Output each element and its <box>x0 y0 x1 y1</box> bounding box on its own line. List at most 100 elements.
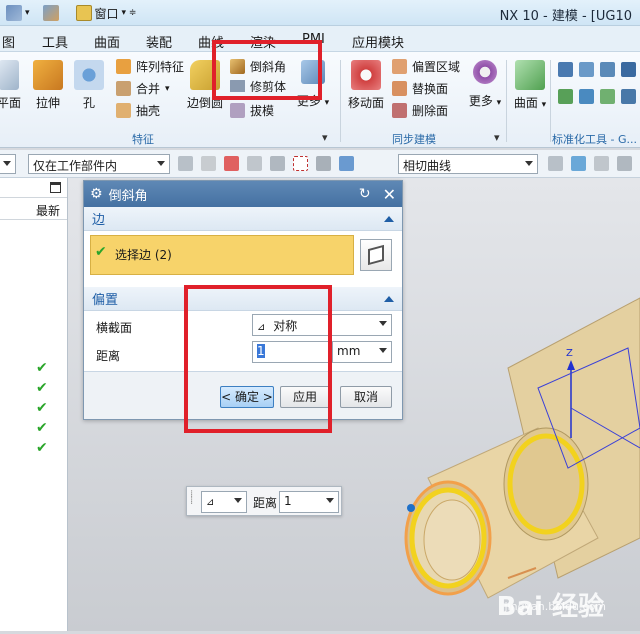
edge-handle-point[interactable] <box>407 504 415 512</box>
save-icon[interactable] <box>6 5 22 21</box>
shell-icon <box>116 103 131 118</box>
filter-tool-icon[interactable] <box>247 156 262 171</box>
menu-assembly[interactable]: 装配 <box>146 32 172 51</box>
check-icon: ✔ <box>95 244 107 260</box>
curve-tool-2-icon[interactable] <box>571 156 586 171</box>
std-tool-4-icon[interactable] <box>621 62 636 77</box>
part-cylinder-end <box>503 427 589 541</box>
type-filter-combo[interactable] <box>0 154 16 174</box>
window-dropdown-arrow-icon[interactable]: ▾ ≑ <box>122 8 137 18</box>
chevron-down-icon <box>379 348 387 353</box>
pin-tool-icon[interactable] <box>270 156 285 171</box>
navigator-header: 最新 <box>0 198 67 220</box>
delete-face-button[interactable]: 删除面 <box>392 102 448 119</box>
std-tool-5-icon[interactable] <box>558 89 573 104</box>
menu-application[interactable]: 应用模块 <box>352 32 404 51</box>
group-label-feature: 特征 <box>132 133 154 146</box>
float-distance-input[interactable]: 1 <box>279 491 339 513</box>
select-edge-row[interactable]: ✔ 选择边 (2) <box>90 235 354 275</box>
dialog-title-bar[interactable]: ⚙ 倒斜角 ↻ ✕ <box>84 181 402 207</box>
curve-tool-3-icon[interactable] <box>594 156 609 171</box>
close-icon[interactable]: ✕ <box>383 185 396 204</box>
reset-icon[interactable]: ↻ <box>359 186 371 202</box>
curve-tool-4-icon[interactable] <box>617 156 632 171</box>
distance-unit-combo[interactable]: mm <box>332 341 392 363</box>
hole-button[interactable]: 孔 <box>72 60 106 111</box>
std-tool-7-icon[interactable] <box>600 89 615 104</box>
group-expand-icon[interactable]: ▾ <box>494 131 500 144</box>
curve-rule-combo[interactable]: 相切曲线 <box>398 154 538 174</box>
unite-dropdown-icon[interactable]: ▾ <box>165 84 170 94</box>
surface-icon <box>515 60 545 90</box>
edge-section-header[interactable]: 边 <box>84 207 402 231</box>
body-select-icon[interactable] <box>339 156 354 171</box>
symmetric-icon: ⊿ <box>206 497 215 508</box>
move-face-button[interactable]: 移动面 <box>346 60 386 111</box>
menu-view[interactable]: 图 <box>2 32 15 51</box>
check-icon: ✔ <box>36 420 48 436</box>
surface-button[interactable]: 曲面 ▾ <box>512 60 548 111</box>
check-icon: ✔ <box>36 360 48 376</box>
dialog-title: 倒斜角 <box>108 188 148 204</box>
point-snap-icon[interactable] <box>224 156 239 171</box>
list-item[interactable]: ✔ <box>0 420 67 440</box>
draft-button[interactable]: 拔模 <box>230 102 274 119</box>
shell-button[interactable]: 抽壳 <box>116 102 160 119</box>
pattern-feature-button[interactable]: 阵列特征 <box>116 58 184 75</box>
datum-plane-button[interactable]: 平面 <box>0 60 24 111</box>
undo-icon[interactable] <box>42 5 59 21</box>
delete-face-icon <box>392 103 407 118</box>
chevron-down-icon <box>326 498 334 503</box>
dropdown-arrow-icon[interactable]: ▾ <box>25 8 30 18</box>
surface-dropdown-icon[interactable]: ▾ <box>542 100 547 110</box>
window-menu[interactable]: 窗口 <box>95 5 119 22</box>
gear-icon[interactable]: ⚙ <box>90 186 103 202</box>
std-tool-2-icon[interactable] <box>579 62 594 77</box>
select-tool-icon[interactable] <box>178 156 193 171</box>
replace-face-button[interactable]: 替换面 <box>392 80 448 97</box>
list-item[interactable]: ✔ <box>0 400 67 420</box>
maximize-icon[interactable] <box>50 182 61 193</box>
std-tool-6-icon[interactable] <box>579 89 594 104</box>
more-feature-dropdown-icon[interactable]: ▾ <box>325 98 330 108</box>
scope-filter-combo[interactable]: 仅在工作部件内 <box>28 154 170 174</box>
list-item[interactable]: ✔ <box>0 380 67 400</box>
check-icon: ✔ <box>36 380 48 396</box>
list-item[interactable]: ✔ <box>0 440 67 460</box>
extrude-icon <box>33 60 63 90</box>
select-edge-filter-button[interactable] <box>360 239 392 271</box>
offset-region-button[interactable]: 偏置区域 <box>392 58 460 75</box>
collapse-icon[interactable] <box>384 295 394 302</box>
draft-icon <box>230 103 245 118</box>
drag-handle[interactable]: ⁞ ⁞ <box>190 490 193 507</box>
datum-plane-icon <box>0 60 19 90</box>
unite-button[interactable]: 合并 ▾ <box>116 80 170 97</box>
navigator-toolbar <box>0 178 67 198</box>
hole-icon <box>74 60 104 90</box>
ribbon-separator <box>506 60 507 142</box>
unite-icon <box>116 81 131 96</box>
ribbon-separator <box>340 60 341 142</box>
group-label-sync-modeling: 同步建模 <box>392 133 436 146</box>
snap-tool-icon[interactable] <box>201 156 216 171</box>
float-cross-section-combo[interactable]: ⊿ <box>201 491 247 513</box>
cancel-button[interactable]: 取消 <box>340 386 392 408</box>
menu-tools[interactable]: 工具 <box>42 32 68 51</box>
watermark-url: jingyan.baidu.com <box>504 600 606 613</box>
window-icon <box>75 5 92 21</box>
std-tool-3-icon[interactable] <box>600 62 615 77</box>
face-select-icon[interactable] <box>316 156 331 171</box>
more-sync-dropdown-icon[interactable]: ▾ <box>497 98 502 108</box>
list-item[interactable]: ✔ <box>0 360 67 380</box>
std-tool-1-icon[interactable] <box>558 62 573 77</box>
std-tool-8-icon[interactable] <box>621 89 636 104</box>
rectangle-select-icon[interactable] <box>293 156 308 171</box>
group-expand-icon[interactable]: ▾ <box>322 131 328 144</box>
curve-tool-1-icon[interactable] <box>548 156 563 171</box>
more-sync-button[interactable]: 更多 ▾ <box>468 60 502 109</box>
ribbon-separator <box>550 60 551 142</box>
group-label-standardization: 标准化工具 - G... <box>552 133 637 146</box>
menu-surface[interactable]: 曲面 <box>94 32 120 51</box>
collapse-icon[interactable] <box>384 215 394 222</box>
extrude-button[interactable]: 拉伸 <box>30 60 66 111</box>
